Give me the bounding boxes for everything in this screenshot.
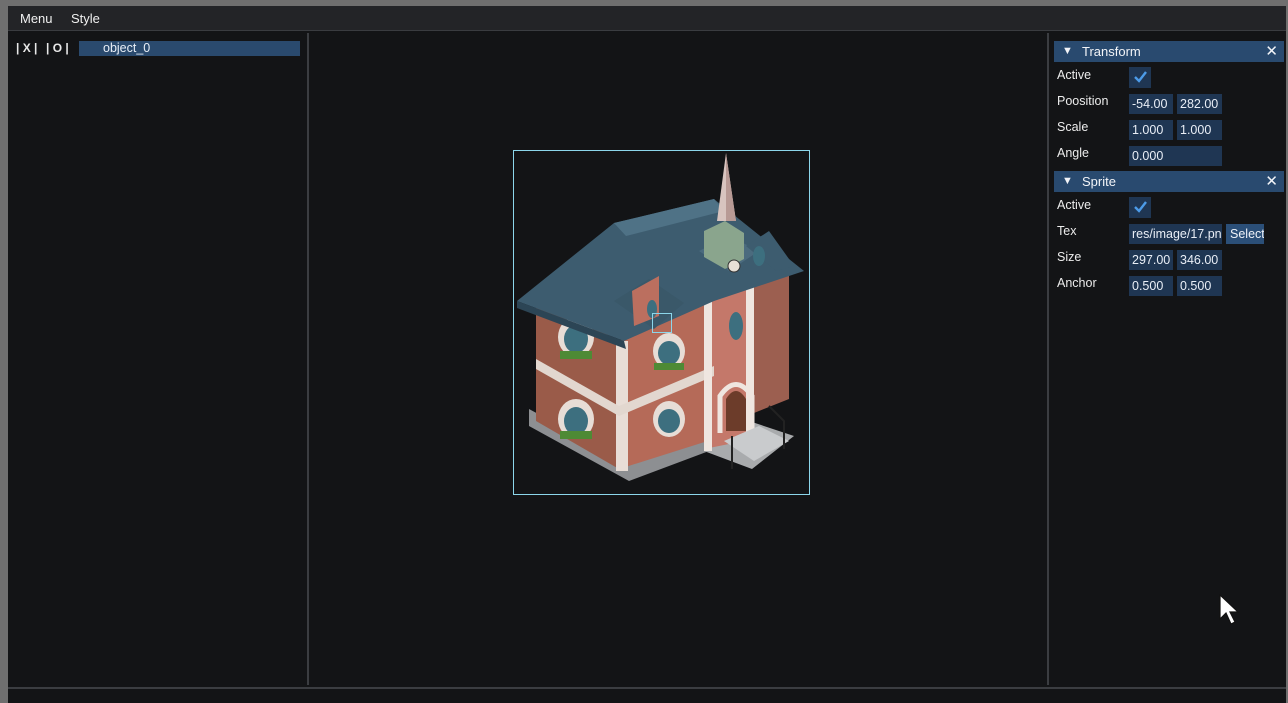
transform-active-checkbox[interactable] xyxy=(1129,67,1151,88)
inspector-panel: ▼ Transform ✕ Active Poosition -54.00 28… xyxy=(1047,33,1286,685)
scene-viewport[interactable] xyxy=(309,33,1047,685)
size-width-input[interactable]: 297.00 xyxy=(1129,250,1173,270)
tex-select-button[interactable]: Select xyxy=(1226,224,1264,244)
menu-item-style[interactable]: Style xyxy=(71,11,100,26)
triangle-down-icon[interactable]: ▼ xyxy=(1062,171,1073,192)
sprite-header[interactable]: ▼ Sprite ✕ xyxy=(1054,171,1284,192)
close-icon[interactable]: ✕ xyxy=(1265,171,1278,192)
delete-object-button[interactable]: | X | xyxy=(16,41,37,55)
size-label: Size xyxy=(1057,250,1082,264)
anchor-label: Anchor xyxy=(1057,276,1097,290)
anchor-x-input[interactable]: 0.500 xyxy=(1129,276,1173,296)
transform-header[interactable]: ▼ Transform ✕ xyxy=(1054,41,1284,62)
transform-active-label: Active xyxy=(1057,68,1092,82)
close-icon[interactable]: ✕ xyxy=(1265,41,1278,62)
anchor-marker[interactable] xyxy=(652,313,672,333)
transform-title: Transform xyxy=(1082,44,1141,59)
checkmark-icon xyxy=(1134,71,1147,83)
angle-label: Angle xyxy=(1057,146,1089,160)
menu-item-menu[interactable]: Menu xyxy=(20,11,53,26)
checkmark-icon xyxy=(1134,201,1147,213)
editor-window: Menu Style | X | | O | object_0 ▼ Transf… xyxy=(8,6,1286,703)
sprite-active-checkbox[interactable] xyxy=(1129,197,1151,218)
sprite-bounding-box[interactable] xyxy=(513,150,810,495)
scale-x-input[interactable]: 1.000 xyxy=(1129,120,1173,140)
sprite-active-label: Active xyxy=(1057,198,1092,212)
angle-input[interactable]: 0.000 xyxy=(1129,146,1222,166)
sprite-title: Sprite xyxy=(1082,174,1116,189)
position-label: Poosition xyxy=(1057,94,1109,108)
hierarchy-panel: | X | | O | object_0 xyxy=(8,33,309,685)
triangle-down-icon[interactable]: ▼ xyxy=(1062,41,1073,62)
add-object-button[interactable]: | O | xyxy=(46,41,69,55)
tex-label: Tex xyxy=(1057,224,1077,238)
scale-label: Scale xyxy=(1057,120,1089,134)
tex-path-input[interactable]: res/image/17.png xyxy=(1129,224,1222,244)
scale-y-input[interactable]: 1.000 xyxy=(1177,120,1222,140)
mouse-cursor-icon xyxy=(1219,594,1240,625)
position-x-input[interactable]: -54.00 xyxy=(1129,94,1173,114)
position-y-input[interactable]: 282.00 xyxy=(1177,94,1222,114)
size-height-input[interactable]: 346.00 xyxy=(1177,250,1222,270)
anchor-y-input[interactable]: 0.500 xyxy=(1177,276,1222,296)
status-bar xyxy=(8,687,1286,703)
menu-bar: Menu Style xyxy=(8,6,1286,31)
hierarchy-item-object-0[interactable]: object_0 xyxy=(79,41,300,56)
